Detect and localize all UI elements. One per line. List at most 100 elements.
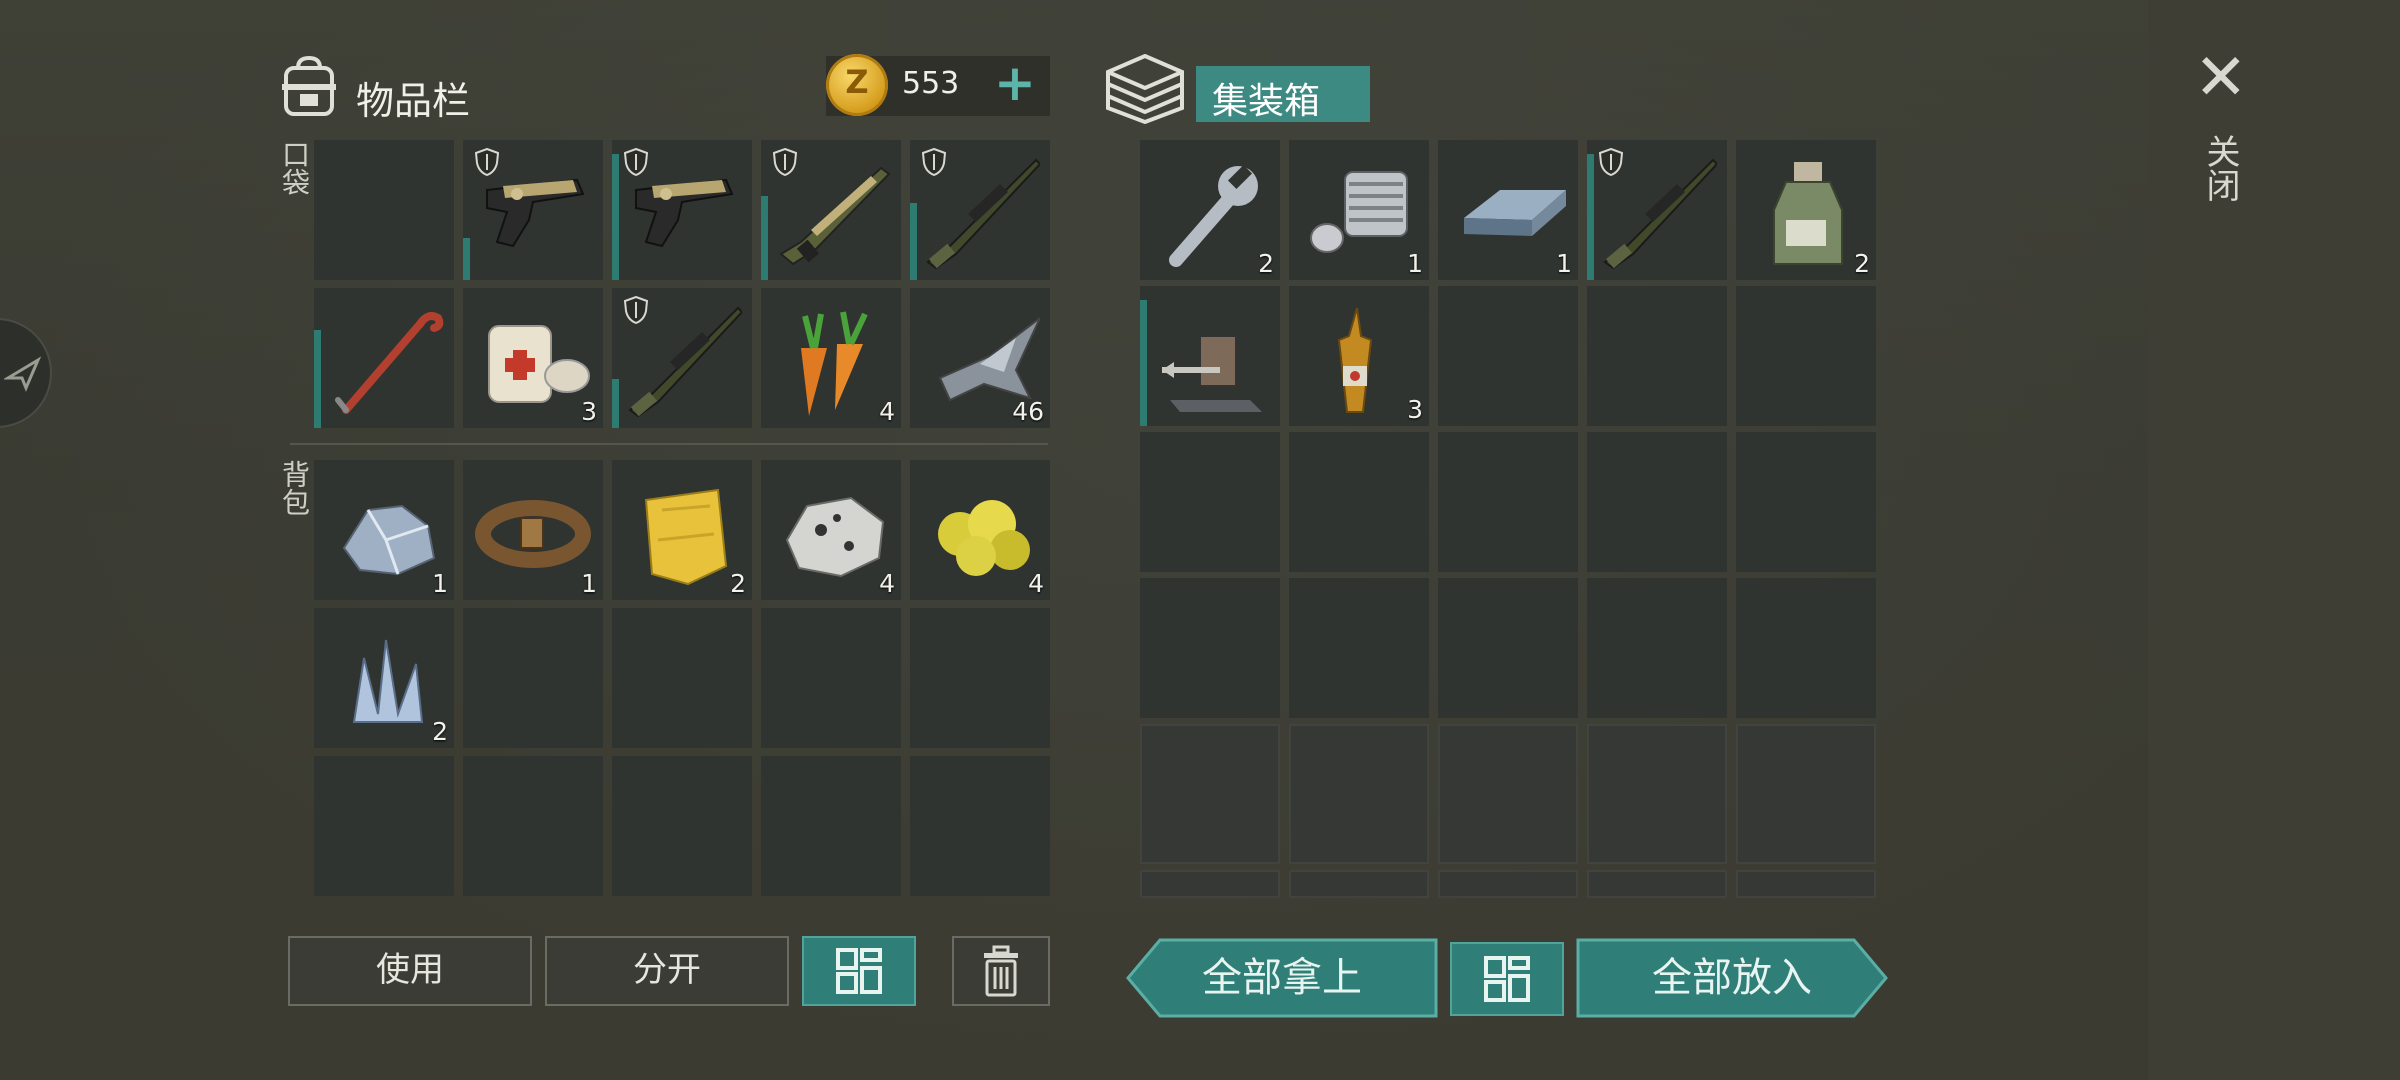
backpack-slot[interactable] <box>612 608 752 748</box>
section-divider <box>290 443 1048 445</box>
carrot-icon <box>801 311 868 416</box>
split-button[interactable]: 分开 <box>545 936 789 1006</box>
container-slot[interactable]: 2 <box>1140 140 1280 280</box>
take-all-button[interactable]: 全部拿上 <box>1126 938 1438 1018</box>
container-slot[interactable] <box>1438 578 1578 718</box>
ampoule-icon <box>1337 307 1373 413</box>
item-count: 1 <box>1556 249 1572 278</box>
container-locked-slot[interactable] <box>1289 724 1429 864</box>
container-slot[interactable] <box>1140 578 1280 718</box>
pocket-slot[interactable] <box>463 140 603 280</box>
container-slot[interactable] <box>1736 286 1876 426</box>
sort-inventory-button[interactable] <box>802 936 916 1006</box>
backpack-icon <box>282 56 336 116</box>
leather-belt-icon <box>475 500 591 568</box>
container-slot[interactable] <box>1289 432 1429 572</box>
shield-icon <box>624 296 648 324</box>
backpack-slot[interactable]: 4 <box>761 460 901 600</box>
crystal-icon <box>352 639 424 723</box>
item-count: 3 <box>581 397 597 426</box>
container-slot[interactable] <box>1587 432 1727 572</box>
pocket-slot[interactable]: 4 <box>761 288 901 428</box>
backpack-slot[interactable] <box>612 756 752 896</box>
pocket-slot[interactable] <box>612 288 752 428</box>
pocket-label: 口袋 <box>278 140 311 196</box>
backpack-slot[interactable] <box>463 608 603 748</box>
iron-ore-icon <box>342 504 436 576</box>
container-slot[interactable] <box>1438 432 1578 572</box>
container-slot[interactable] <box>1736 578 1876 718</box>
backpack-slot[interactable] <box>314 756 454 896</box>
pocket-slot[interactable] <box>314 288 454 428</box>
backpack-slot[interactable]: 4 <box>910 460 1050 600</box>
durability-bar <box>1140 300 1147 426</box>
item-count: 4 <box>879 569 895 598</box>
right-panel <box>2148 0 2400 1080</box>
pocket-slot[interactable]: 3 <box>463 288 603 428</box>
pocket-slot[interactable]: 46 <box>910 288 1050 428</box>
inventory-title: 物品栏 <box>356 79 471 123</box>
durability-bar <box>761 196 768 280</box>
pocket-slot[interactable] <box>314 140 454 280</box>
container-slot[interactable] <box>1438 286 1578 426</box>
container-locked-slot[interactable] <box>1736 724 1876 864</box>
backpack-slot[interactable] <box>761 756 901 896</box>
sort-container-button[interactable] <box>1450 942 1564 1016</box>
container-slot[interactable] <box>1140 432 1280 572</box>
container-locked-slot[interactable] <box>1587 724 1727 864</box>
trash-button[interactable] <box>952 936 1050 1006</box>
container-slot[interactable] <box>1587 578 1727 718</box>
durability-bar <box>910 203 917 280</box>
crossbow-trap-icon <box>1162 335 1262 412</box>
backpack-slot[interactable]: 1 <box>314 460 454 600</box>
bottle-icon <box>1773 162 1843 265</box>
container-locked-slot[interactable] <box>1140 724 1280 864</box>
stone-icon <box>785 496 885 578</box>
container-icon <box>1106 54 1184 124</box>
close-button[interactable]: ✕ <box>2194 46 2248 110</box>
item-count: 1 <box>581 569 597 598</box>
item-count: 3 <box>1407 395 1423 424</box>
backpack-slot[interactable] <box>910 756 1050 896</box>
backpack-slot[interactable] <box>761 608 901 748</box>
container-slot[interactable] <box>1140 286 1280 426</box>
backpack-slot[interactable] <box>910 608 1050 748</box>
add-coins-button[interactable]: + <box>994 58 1036 108</box>
shield-icon <box>1599 148 1623 176</box>
container-slot[interactable]: 2 <box>1736 140 1876 280</box>
coin-count: 553 <box>902 66 960 101</box>
item-count: 2 <box>432 717 448 746</box>
shield-icon <box>624 148 648 176</box>
map-arrow-icon <box>4 356 42 392</box>
backpack-label: 背包 <box>278 460 311 516</box>
container-locked-slot <box>1140 870 1280 898</box>
container-slot[interactable]: 3 <box>1289 286 1429 426</box>
backpack-slot[interactable]: 2 <box>314 608 454 748</box>
sulfur-icon <box>938 500 1030 576</box>
use-button[interactable]: 使用 <box>288 936 532 1006</box>
item-count: 1 <box>1407 249 1423 278</box>
put-all-button[interactable]: 全部放入 <box>1576 938 1888 1018</box>
container-locked-slot <box>1736 870 1876 898</box>
container-slot[interactable] <box>1587 140 1727 280</box>
backpack-slot[interactable]: 1 <box>463 460 603 600</box>
container-slot[interactable]: 1 <box>1289 140 1429 280</box>
coin-balance: Z 553 + <box>826 54 1050 116</box>
container-locked-slot <box>1289 870 1429 898</box>
pocket-slot[interactable] <box>761 140 901 280</box>
pocket-slot[interactable] <box>612 140 752 280</box>
close-label[interactable]: 关闭 <box>2200 134 2240 202</box>
container-slot[interactable] <box>1736 432 1876 572</box>
container-locked-slot[interactable] <box>1438 724 1578 864</box>
container-slot[interactable] <box>1587 286 1727 426</box>
container-locked-slot <box>1438 870 1578 898</box>
backpack-slot[interactable] <box>463 756 603 896</box>
pocket-slot[interactable] <box>910 140 1050 280</box>
item-count: 2 <box>1258 249 1274 278</box>
container-slot[interactable]: 1 <box>1438 140 1578 280</box>
durability-bar <box>1587 154 1594 280</box>
item-count: 2 <box>730 569 746 598</box>
shield-icon <box>475 148 499 176</box>
container-slot[interactable] <box>1289 578 1429 718</box>
backpack-slot[interactable]: 2 <box>612 460 752 600</box>
